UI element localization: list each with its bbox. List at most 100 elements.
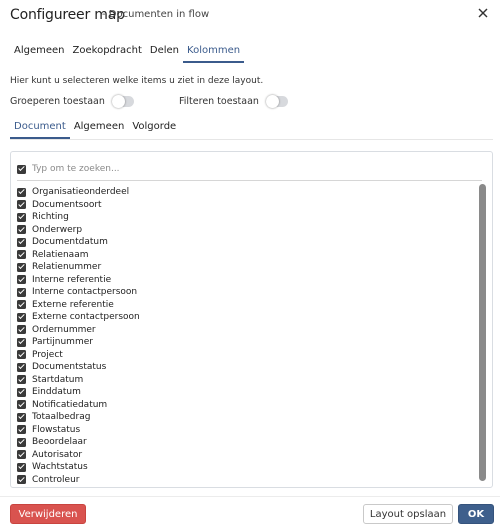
search-row [17,160,482,178]
item-label: Einddatum [32,387,81,398]
list-item[interactable]: Externe referentie [17,299,477,312]
list-item[interactable]: Startdatum [17,374,477,387]
item-checkbox[interactable] [17,350,26,360]
sub-tabs-divider [10,139,493,140]
item-checkbox[interactable] [17,437,26,447]
item-checkbox[interactable] [17,287,26,297]
item-label: Interne referentie [32,274,112,285]
item-checkbox[interactable] [17,250,26,260]
tab-delen[interactable]: Delen [146,43,183,63]
tab-volgorde[interactable]: Volgorde [128,119,180,139]
dialog-header: Configureer map - Documenten in flow [0,0,500,30]
filter-toggle[interactable] [265,95,288,108]
list-item[interactable]: Relatienaam [17,249,477,262]
list-item[interactable]: Interne referentie [17,274,477,287]
item-checkbox[interactable] [17,362,26,372]
tab-sub-algemeen[interactable]: Algemeen [70,119,129,139]
item-label: Beoordelaar [32,437,87,448]
tab-kolommen[interactable]: Kolommen [183,43,245,63]
list-item[interactable]: Externe contactpersoon [17,311,477,324]
tab-zoekopdracht[interactable]: Zoekopdracht [69,43,146,63]
item-checkbox[interactable] [17,300,26,310]
list-item[interactable]: Interne contactpersoon [17,286,477,299]
item-label: Documentstatus [32,362,107,373]
group-toggle-label: Groeperen toestaan [10,96,105,107]
item-checkbox[interactable] [17,425,26,435]
list-item[interactable]: Controleur [17,474,477,487]
item-label: Ordernummer [32,324,96,335]
list-item[interactable]: Ordernummer [17,324,477,337]
item-checkbox[interactable] [17,225,26,235]
item-checkbox[interactable] [17,237,26,247]
item-label: Richting [32,212,69,223]
item-label: Notificatiedatum [32,399,108,410]
main-tabs: Algemeen Zoekopdracht Delen Kolommen [10,43,245,63]
item-label: Partijnummer [32,337,93,348]
list-item[interactable]: Project [17,349,477,362]
close-icon[interactable] [476,6,490,20]
item-label: Externe referentie [32,299,114,310]
item-checkbox[interactable] [17,200,26,210]
search-input[interactable] [32,164,332,174]
list-item[interactable]: Organisatieonderdeel [17,186,477,199]
item-label: Relatienummer [32,262,102,273]
item-label: Totaalbedrag [32,412,91,423]
list-item[interactable]: Relatienummer [17,261,477,274]
tab-algemeen[interactable]: Algemeen [10,43,69,63]
item-checkbox[interactable] [17,275,26,285]
filter-toggle-label: Filteren toestaan [179,96,259,107]
item-label: Onderwerp [32,224,83,235]
list-item[interactable]: Richting [17,211,477,224]
list-item[interactable]: Documentsoort [17,199,477,212]
item-checkbox[interactable] [17,412,26,422]
search-underline [17,180,482,181]
item-checkbox[interactable] [17,387,26,397]
item-label: Wachtstatus [32,462,88,473]
list-item[interactable]: Notificatiedatum [17,399,477,412]
list-item[interactable]: Documentdatum [17,236,477,249]
item-checkbox[interactable] [17,262,26,272]
item-label: Documentsoort [32,199,102,210]
item-label: Organisatieonderdeel [32,187,130,198]
item-label: Externe contactpersoon [32,312,140,323]
tab-document[interactable]: Document [10,119,70,139]
item-checkbox[interactable] [17,375,26,385]
select-all-checkbox[interactable] [17,164,26,174]
item-checkbox[interactable] [17,312,26,322]
list-item[interactable]: Totaalbedrag [17,411,477,424]
list-item[interactable]: Flowstatus [17,424,477,437]
list-scrollbar[interactable] [479,184,486,481]
item-checkbox[interactable] [17,400,26,410]
filter-toggle-row: Filteren toestaan [179,95,288,108]
column-selection-panel: OrganisatieonderdeelDocumentsoort Richtin… [10,151,493,488]
help-text: Hier kunt u selecteren welke items u zie… [10,76,264,86]
list-item[interactable]: Partijnummer [17,336,477,349]
group-toggle[interactable] [111,95,134,108]
item-label: Project [32,349,63,360]
item-checkbox[interactable] [17,187,26,197]
item-checkbox[interactable] [17,325,26,335]
list-item[interactable]: Onderwerp [17,224,477,237]
list-item[interactable]: Wachtstatus [17,461,477,474]
save-layout-button[interactable]: Layout opslaan [363,504,453,524]
group-toggle-row: Groeperen toestaan [10,95,134,108]
item-checkbox[interactable] [17,462,26,472]
item-label: Documentdatum [32,237,108,248]
item-label: Flowstatus [32,424,81,435]
delete-button[interactable]: Verwijderen [10,504,86,524]
item-label: Controleur [32,474,80,485]
item-label: Interne contactpersoon [32,287,138,298]
ok-button[interactable]: OK [458,504,494,524]
item-checkbox[interactable] [17,475,26,485]
list-item[interactable]: Documentstatus [17,361,477,374]
column-list: Organisatieonderdeel Documentsoort Richtin… [17,186,477,486]
item-checkbox[interactable] [17,337,26,347]
item-label: Autorisator [32,449,83,460]
list-item[interactable]: Einddatum [17,386,477,399]
list-item[interactable]: Beoordelaar [17,436,477,449]
item-checkbox[interactable] [17,212,26,222]
footer-divider [0,496,500,497]
list-item[interactable]: Autorisator [17,449,477,462]
dialog-subtitle: - Documenten in flow [102,9,210,20]
item-checkbox[interactable] [17,450,26,460]
